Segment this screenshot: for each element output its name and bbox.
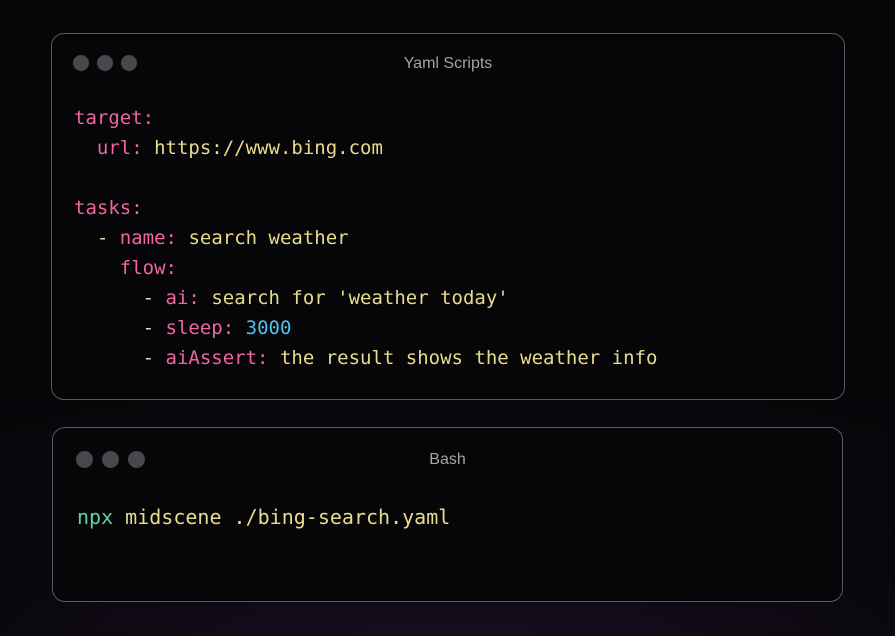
yaml-window-titlebar: Yaml Scripts [52,34,844,94]
bash-window: Bash npx midscene ./bing-search.yaml [52,427,843,602]
bash-window-titlebar: Bash [53,428,842,488]
yaml-value: search weather [188,227,349,249]
list-dash: - [96,227,109,249]
yaml-code-block: target: url: https://www.bing.com tasks:… [74,103,657,373]
yaml-key: name: [119,227,177,249]
yaml-key: target: [74,107,155,129]
code-line: - ai: search for 'weather today' [74,283,657,313]
code-line: url: https://www.bing.com [74,133,657,163]
yaml-key: flow: [119,257,177,279]
yaml-key: aiAssert: [165,347,269,369]
command-args: midscene ./bing-search.yaml [125,505,451,529]
bash-code-block: npx midscene ./bing-search.yaml [77,502,450,532]
list-dash: - [142,317,155,339]
yaml-value: the result shows the weather info [279,347,658,369]
yaml-value: search for 'weather today' [211,287,509,309]
code-line: target: [74,103,657,133]
code-line: tasks: [74,193,657,223]
list-dash: - [142,347,155,369]
yaml-key: url: [96,137,143,159]
yaml-number-value: 3000 [245,317,292,339]
list-dash: - [142,287,155,309]
command-name: npx [77,505,114,529]
yaml-key: tasks: [74,197,143,219]
yaml-scripts-window: Yaml Scripts target: url: https://www.bi… [51,33,845,400]
yaml-key: ai: [165,287,200,309]
yaml-value: https://www.bing.com [154,137,383,159]
code-line: - sleep: 3000 [74,313,657,343]
command-line: npx midscene ./bing-search.yaml [77,502,450,532]
code-line: flow: [74,253,657,283]
yaml-key: sleep: [165,317,235,339]
code-line: - aiAssert: the result shows the weather… [74,343,658,373]
yaml-window-title: Yaml Scripts [403,55,493,72]
code-line: - name: search weather [74,223,657,253]
bash-window-title: Bash [429,451,466,468]
